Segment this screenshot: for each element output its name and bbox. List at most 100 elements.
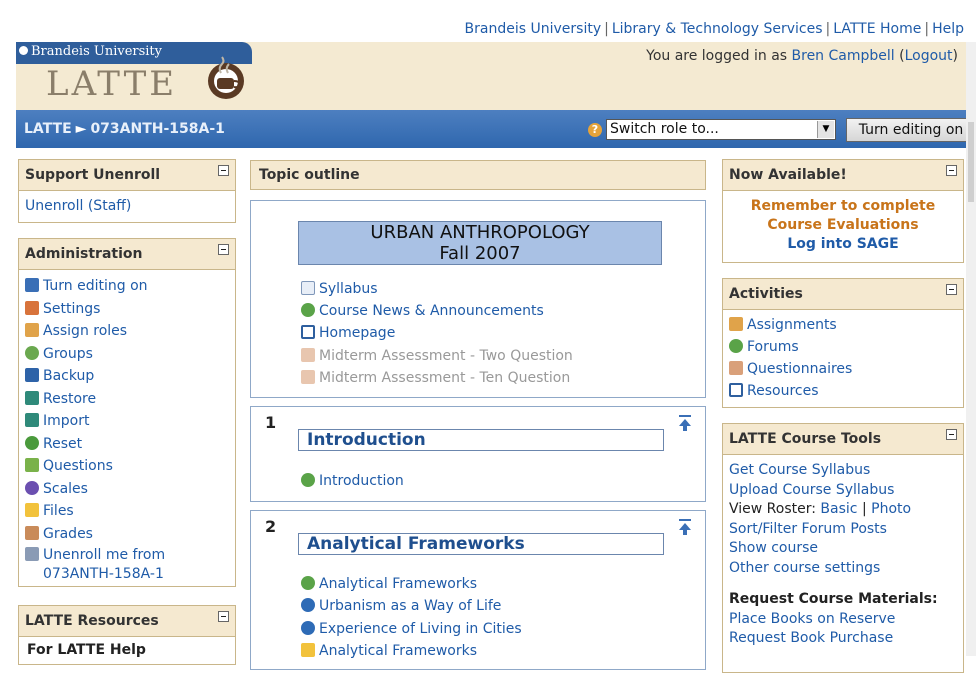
folder-icon bbox=[301, 643, 315, 657]
breadcrumb-root[interactable]: LATTE bbox=[24, 121, 72, 137]
admin-item-turn-editing-on[interactable]: Turn editing on bbox=[25, 275, 229, 298]
activity-resources[interactable]: Resources bbox=[729, 380, 957, 402]
admin-item-backup[interactable]: Backup bbox=[25, 365, 229, 388]
request-book-purchase-link[interactable]: Request Book Purchase bbox=[729, 629, 957, 649]
forum-icon bbox=[301, 473, 315, 487]
link-brandeis[interactable]: Brandeis University bbox=[465, 21, 602, 37]
nav-bar: LATTE ► 073ANTH-158A-1 ? Switch role to...… bbox=[16, 110, 976, 148]
resource-analytical-frameworks-forum[interactable]: Analytical Frameworks bbox=[301, 576, 477, 592]
topic-outline-header: Topic outline bbox=[250, 160, 706, 190]
resource-homepage[interactable]: Homepage bbox=[301, 325, 395, 341]
resource-experience-living[interactable]: Experience of Living in Cities bbox=[301, 621, 522, 637]
switch-role-select[interactable]: Switch role to... ▼ bbox=[606, 119, 836, 140]
chevron-down-icon[interactable]: ▼ bbox=[817, 121, 834, 138]
breadcrumb: LATTE ► 073ANTH-158A-1 bbox=[24, 121, 225, 137]
activity-questionnaires[interactable]: Questionnaires bbox=[729, 358, 957, 380]
forum-icon bbox=[729, 339, 743, 353]
highlight-icon[interactable] bbox=[679, 415, 691, 431]
admin-item-grades[interactable]: Grades bbox=[25, 523, 229, 546]
admin-item-files[interactable]: Files bbox=[25, 500, 229, 523]
admin-item-unenroll-me[interactable]: Unenroll me from bbox=[25, 545, 229, 565]
reset-icon bbox=[25, 435, 39, 450]
block-title: LATTE Resources bbox=[25, 613, 159, 629]
edit-icon bbox=[25, 278, 39, 292]
tool-upload-syllabus[interactable]: Upload Course Syllabus bbox=[729, 481, 957, 501]
questionnaire-icon bbox=[301, 370, 315, 384]
university-name: Brandeis University bbox=[31, 44, 163, 59]
roster-photo-link[interactable]: Photo bbox=[871, 501, 911, 517]
eval-reminder-line1: Remember to complete bbox=[750, 198, 936, 214]
roster-basic-link[interactable]: Basic bbox=[820, 501, 857, 517]
activities-block: Activities Assignments Forums Questionna… bbox=[722, 278, 964, 408]
window-icon bbox=[301, 325, 315, 339]
link-latte-home[interactable]: LATTE Home bbox=[833, 21, 921, 37]
admin-item-assign-roles[interactable]: Assign roles bbox=[25, 320, 229, 343]
user-name-link[interactable]: Bren Campbell bbox=[792, 48, 895, 64]
restore-icon bbox=[25, 390, 39, 405]
place-books-reserve-link[interactable]: Place Books on Reserve bbox=[729, 610, 957, 630]
admin-item-settings[interactable]: Settings bbox=[25, 298, 229, 321]
resource-midterm-two[interactable]: Midterm Assessment - Two Question bbox=[301, 348, 573, 364]
resource-syllabus[interactable]: Syllabus bbox=[301, 281, 378, 297]
resource-urbanism[interactable]: Urbanism as a Way of Life bbox=[301, 598, 501, 614]
logout-link[interactable]: Logout bbox=[905, 48, 953, 64]
latte-logo[interactable]: Brandeis University LATTE bbox=[16, 42, 252, 110]
support-unenroll-block: Support Unenroll Unenroll (Staff) bbox=[18, 159, 236, 223]
groups-icon bbox=[25, 345, 39, 360]
section-number: 1 bbox=[265, 413, 277, 432]
log-into-sage-link[interactable]: Log into SAGE bbox=[723, 235, 963, 254]
course-title-banner: URBAN ANTHROPOLOGY Fall 2007 bbox=[298, 221, 662, 265]
admin-item-groups[interactable]: Groups bbox=[25, 343, 229, 366]
tool-get-syllabus[interactable]: Get Course Syllabus bbox=[729, 461, 957, 481]
backup-icon bbox=[25, 368, 39, 382]
latte-help-heading: For LATTE Help bbox=[27, 642, 146, 658]
link-library[interactable]: Library & Technology Services bbox=[612, 21, 823, 37]
window-icon bbox=[729, 383, 743, 397]
admin-item-import[interactable]: Import bbox=[25, 410, 229, 433]
forum-icon bbox=[301, 576, 315, 590]
resource-midterm-ten[interactable]: Midterm Assessment - Ten Question bbox=[301, 370, 570, 386]
resource-analytical-frameworks-folder[interactable]: Analytical Frameworks bbox=[301, 643, 477, 659]
request-materials-heading: Request Course Materials: bbox=[729, 591, 938, 607]
turn-editing-on-button[interactable]: Turn editing on bbox=[846, 118, 976, 142]
activity-assignments[interactable]: Assignments bbox=[729, 314, 957, 336]
login-info: You are logged in as Bren Campbell (Logo… bbox=[646, 48, 958, 64]
unenroll-staff-link[interactable]: Unenroll (Staff) bbox=[25, 195, 229, 217]
collapse-icon[interactable] bbox=[946, 284, 957, 295]
block-title: Administration bbox=[25, 246, 143, 262]
top-links: Brandeis University | Library & Technology… bbox=[464, 21, 964, 37]
tool-other-settings[interactable]: Other course settings bbox=[729, 559, 957, 579]
unenroll-icon bbox=[25, 547, 39, 561]
site-name: LATTE bbox=[46, 64, 178, 104]
resource-introduction[interactable]: Introduction bbox=[301, 473, 404, 489]
import-icon bbox=[25, 413, 39, 427]
activity-forums[interactable]: Forums bbox=[729, 336, 957, 358]
breadcrumb-course[interactable]: 073ANTH-158A-1 bbox=[90, 121, 224, 137]
admin-item-restore[interactable]: Restore bbox=[25, 388, 229, 411]
collapse-icon[interactable] bbox=[946, 429, 957, 440]
help-icon[interactable]: ? bbox=[588, 123, 602, 137]
collapse-icon[interactable] bbox=[218, 165, 229, 176]
admin-item-reset[interactable]: Reset bbox=[25, 433, 229, 456]
latte-resources-block: LATTE Resources For LATTE Help bbox=[18, 605, 236, 665]
collapse-icon[interactable] bbox=[946, 165, 957, 176]
admin-item-unenroll-course[interactable]: 073ANTH-158A-1 bbox=[25, 565, 229, 583]
resource-course-news[interactable]: Course News & Announcements bbox=[301, 303, 544, 319]
tool-show-course[interactable]: Show course bbox=[729, 539, 957, 559]
highlight-icon[interactable] bbox=[679, 519, 691, 535]
section-number: 2 bbox=[265, 517, 277, 536]
settings-icon bbox=[25, 300, 39, 315]
admin-item-scales[interactable]: Scales bbox=[25, 478, 229, 501]
collapse-icon[interactable] bbox=[218, 611, 229, 622]
site-header: Brandeis University LATTE You are logged… bbox=[16, 42, 966, 110]
link-help[interactable]: Help bbox=[932, 21, 964, 37]
admin-item-questions[interactable]: Questions bbox=[25, 455, 229, 478]
section-0: URBAN ANTHROPOLOGY Fall 2007 Syllabus Co… bbox=[250, 200, 706, 398]
forum-icon bbox=[301, 303, 315, 317]
folder-icon bbox=[25, 503, 39, 517]
tool-sort-filter-forum[interactable]: Sort/Filter Forum Posts bbox=[729, 520, 957, 540]
scrollbar[interactable] bbox=[966, 42, 976, 656]
globe-link-icon bbox=[301, 598, 315, 612]
globe-link-icon bbox=[301, 621, 315, 635]
collapse-icon[interactable] bbox=[218, 244, 229, 255]
